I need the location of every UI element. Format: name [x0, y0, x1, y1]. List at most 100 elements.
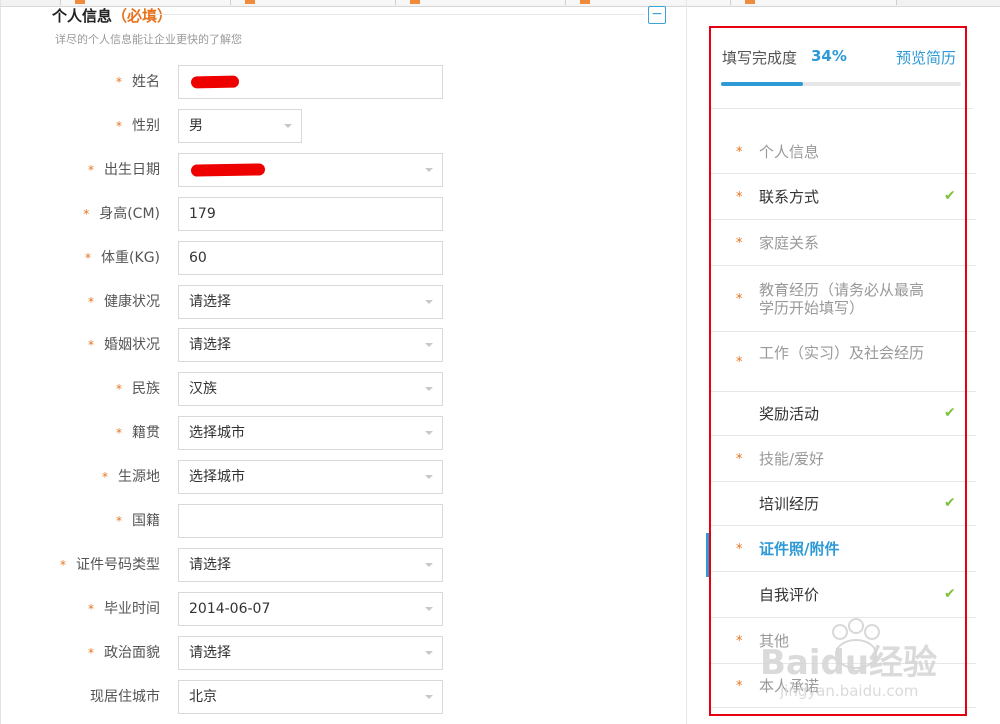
field-label-text: 性别: [132, 118, 160, 134]
required-star: *: [85, 251, 92, 265]
redaction-mark: [190, 75, 240, 89]
text-input[interactable]: [178, 504, 443, 538]
form-row: * 性别 男: [0, 109, 686, 143]
required-star: *: [83, 207, 90, 221]
field-label: * 毕业时间: [88, 592, 160, 626]
check-icon: ✔: [944, 188, 956, 204]
chevron-down-icon: [425, 475, 433, 479]
required-star: *: [736, 292, 743, 307]
active-section-marker: [706, 533, 709, 577]
field-label: * 体重(KG): [85, 241, 160, 275]
sidebar-nav-item[interactable]: * 工作（实习）及社会经历: [711, 332, 976, 392]
field-label: * 身高(CM): [83, 197, 160, 231]
form-row: * 国籍: [0, 504, 686, 538]
form-row: * 政治面貌 请选择: [0, 636, 686, 670]
sidebar-nav-item[interactable]: * 其他: [711, 618, 976, 664]
required-star: *: [88, 646, 94, 660]
field-label-text: 毕业时间: [104, 601, 160, 617]
preview-resume-link[interactable]: 预览简历: [896, 47, 956, 68]
sidebar-nav-label: 本人承诺: [759, 677, 820, 695]
required-star: *: [116, 75, 122, 89]
sidebar-nav-item[interactable]: * 证件照/附件: [711, 526, 976, 572]
sidebar-nav-item[interactable]: * 家庭关系: [711, 220, 976, 266]
required-star: *: [736, 190, 743, 205]
select-field[interactable]: 选择城市: [178, 416, 443, 450]
sidebar-nav-item[interactable]: * 本人承诺: [711, 664, 976, 708]
sidebar-nav-label: 技能/爱好: [759, 450, 825, 468]
progress-area: 填写完成度 34% 预览简历: [711, 28, 973, 109]
field-label-text: 民族: [132, 381, 160, 397]
form-row: * 健康状况 请选择: [0, 285, 686, 319]
select-field[interactable]: 请选择: [178, 548, 443, 582]
field-label: * 籍贯: [116, 416, 160, 450]
field-value: 男: [189, 118, 203, 134]
required-star: *: [60, 558, 66, 572]
field-label: * 证件号码类型: [60, 548, 160, 582]
required-star: *: [736, 634, 743, 649]
form-row: * 民族 汉族: [0, 372, 686, 406]
field-label-text: 籍贯: [132, 425, 160, 441]
required-star: *: [116, 426, 122, 440]
select-field[interactable]: 请选择: [178, 636, 443, 670]
field-label-text: 健康状况: [104, 294, 160, 310]
sidebar-nav-item[interactable]: * 个人信息: [711, 130, 976, 174]
field-value: 北京: [189, 689, 217, 705]
check-icon: ✔: [944, 405, 956, 421]
select-field[interactable]: 汉族: [178, 372, 443, 406]
required-star: *: [88, 338, 94, 352]
chevron-down-icon: [425, 387, 433, 391]
form-row: * 证件号码类型 请选择: [0, 548, 686, 582]
field-label-text: 国籍: [132, 513, 160, 529]
sidebar-nav-label: 个人信息: [759, 143, 820, 161]
field-label-text: 政治面貌: [104, 645, 160, 661]
form-row: * 婚姻状况 请选择: [0, 328, 686, 362]
field-label-text: 生源地: [118, 469, 160, 485]
sidebar-nav-label: 教育经历（请务必从最高学历开始填写）: [759, 281, 925, 317]
check-icon: ✔: [944, 495, 956, 511]
field-label-text: 身高(CM): [99, 206, 160, 222]
field-value: 请选择: [189, 645, 231, 661]
field-label: * 民族: [116, 372, 160, 406]
progress-bar: [721, 82, 961, 86]
sidebar-nav-item[interactable]: * 教育经历（请务必从最高学历开始填写）: [711, 266, 976, 332]
sidebar-nav-item[interactable]: * 联系方式 ✔: [711, 174, 976, 220]
progress-bar-fill: [721, 82, 803, 86]
required-star: *: [736, 355, 743, 370]
chevron-down-icon: [425, 343, 433, 347]
sidebar-nav-item[interactable]: * 技能/爱好: [711, 436, 976, 482]
select-field[interactable]: 选择城市: [178, 460, 443, 494]
browser-tab[interactable]: [730, 0, 897, 5]
field-value: 选择城市: [189, 469, 245, 485]
required-star: *: [736, 236, 743, 251]
sidebar-nav-label: 家庭关系: [759, 234, 820, 252]
sidebar-nav-label: 工作（实习）及社会经历: [759, 344, 925, 362]
sidebar-nav-item[interactable]: 奖励活动 ✔: [711, 392, 976, 436]
field-label-text: 证件号码类型: [76, 557, 160, 573]
progress-label: 填写完成度: [722, 49, 798, 67]
progress-percent: 34%: [811, 47, 847, 65]
personal-info-form-panel: 个人信息（必填） − 详尽的个人信息能让企业更快的了解您 * 姓名 * 性别 男 * 出生日…: [0, 0, 687, 724]
collapse-button[interactable]: −: [648, 6, 666, 24]
required-star: *: [88, 602, 94, 616]
field-value: 汉族: [189, 381, 217, 397]
sidebar-nav-label: 自我评价: [759, 586, 820, 604]
select-field[interactable]: 请选择: [178, 328, 443, 362]
check-icon: ✔: [944, 586, 956, 602]
select-field[interactable]: 请选择: [178, 285, 443, 319]
select-field[interactable]: 北京: [178, 680, 443, 714]
required-star: *: [116, 382, 122, 396]
required-star: *: [736, 679, 743, 694]
select-field[interactable]: 2014-06-07: [178, 592, 443, 626]
sidebar-nav-label: 联系方式: [759, 188, 820, 206]
section-subtitle: 详尽的个人信息能让企业更快的了解您: [55, 33, 242, 46]
sidebar-nav-item[interactable]: 培训经历 ✔: [711, 482, 976, 526]
select-field[interactable]: [178, 153, 443, 187]
sidebar-nav-item[interactable]: 自我评价 ✔: [711, 572, 976, 618]
redaction-mark: [190, 163, 266, 177]
text-input[interactable]: 60: [178, 241, 443, 275]
select-field[interactable]: 男: [178, 109, 302, 143]
field-label: * 出生日期: [88, 153, 160, 187]
text-input[interactable]: [178, 65, 443, 99]
field-label-text: 体重(KG): [101, 250, 160, 266]
text-input[interactable]: 179: [178, 197, 443, 231]
